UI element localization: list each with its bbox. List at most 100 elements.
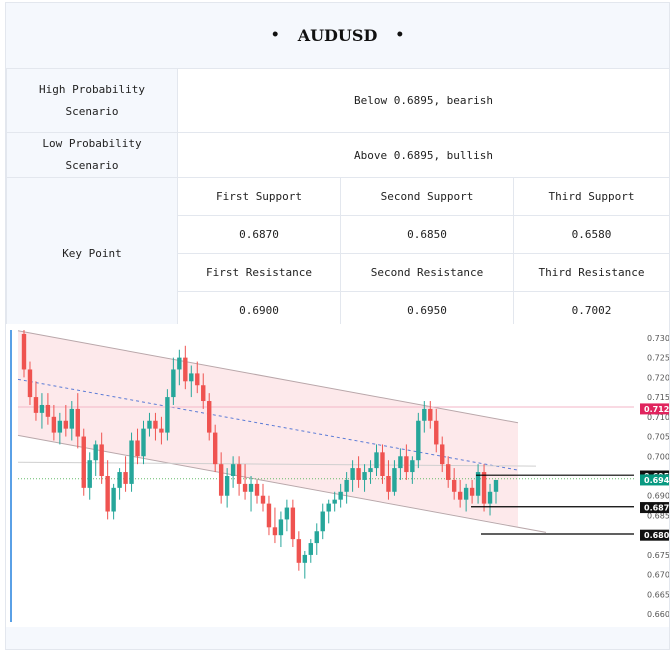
candle-body bbox=[57, 420, 63, 433]
candle-body bbox=[33, 397, 39, 413]
low-scenario-value: Above 0.6895, bullish bbox=[176, 132, 671, 178]
candle-body bbox=[344, 479, 349, 492]
candle-body bbox=[45, 404, 51, 417]
title-bullet-left: • bbox=[270, 27, 280, 43]
candle-body bbox=[147, 420, 152, 429]
candle-body bbox=[212, 432, 218, 465]
scenario-table: High Probability Scenario Below 0.6895, … bbox=[6, 68, 671, 330]
candle-body bbox=[117, 472, 122, 488]
candle-body bbox=[123, 472, 128, 484]
candle-body bbox=[201, 385, 206, 402]
y-tick-label: 0.670 bbox=[647, 571, 669, 580]
candle-body bbox=[272, 527, 278, 536]
candle-body bbox=[410, 460, 415, 473]
third-resistance-label: Third Resistance bbox=[512, 253, 671, 292]
candle-body bbox=[398, 456, 403, 469]
price-tag: 0.680 bbox=[640, 529, 669, 541]
candle-body bbox=[278, 519, 284, 536]
candle-body bbox=[386, 476, 391, 492]
candle-body bbox=[21, 333, 27, 370]
chart-background bbox=[10, 330, 634, 622]
price-chart: 0.7300.7250.7200.7150.7100.7050.7000.695… bbox=[6, 324, 669, 627]
candle-body bbox=[374, 452, 379, 469]
candle-body bbox=[153, 420, 158, 429]
candle-body bbox=[51, 416, 57, 433]
candle-body bbox=[356, 468, 361, 480]
candle-body bbox=[207, 401, 212, 433]
third-support-value: 0.6580 bbox=[512, 215, 671, 254]
candle-body bbox=[404, 456, 409, 473]
report-card: • AUDUSD • High Probability Scenario Bel… bbox=[5, 2, 671, 650]
candle-body bbox=[326, 503, 331, 512]
candle-body bbox=[362, 472, 367, 480]
candle-body bbox=[242, 483, 248, 492]
candle-body bbox=[302, 554, 308, 563]
page-title: • AUDUSD • bbox=[6, 3, 669, 67]
price-tag: 0.687 bbox=[640, 502, 669, 514]
y-tick-label: 0.700 bbox=[647, 452, 669, 461]
high-scenario-value: Below 0.6895, bearish bbox=[176, 68, 671, 133]
price-axis: 0.7300.7250.7200.7150.7100.7050.7000.695… bbox=[640, 334, 669, 619]
second-support-label: Second Support bbox=[340, 177, 514, 216]
price-tag-text: 0.680 bbox=[644, 531, 669, 540]
candle-body bbox=[422, 408, 427, 421]
candle-body bbox=[320, 511, 325, 532]
price-tag: 0.694 bbox=[640, 474, 669, 486]
candle-body bbox=[99, 444, 104, 476]
candle-body bbox=[332, 499, 337, 504]
candlestick-chart: 0.7300.7250.7200.7150.7100.7050.7000.695… bbox=[10, 330, 669, 622]
candle-body bbox=[230, 464, 236, 476]
candle-body bbox=[183, 357, 188, 382]
candle-body bbox=[469, 487, 475, 496]
candle-body bbox=[129, 440, 134, 484]
candle-body bbox=[75, 408, 80, 437]
channel-area bbox=[18, 330, 518, 527]
price-tag-text: 0.687 bbox=[644, 504, 669, 513]
table-row: Low Probability Scenario Above 0.6895, b… bbox=[6, 132, 671, 178]
price-tag-text: 0.694 bbox=[644, 476, 669, 485]
candle-body bbox=[392, 468, 397, 492]
y-tick-label: 0.715 bbox=[647, 393, 669, 402]
first-support-label: First Support bbox=[177, 177, 341, 216]
y-tick-label: 0.730 bbox=[647, 334, 669, 343]
candle-body bbox=[254, 483, 260, 496]
candle-body bbox=[266, 503, 272, 528]
candle-body bbox=[290, 507, 296, 540]
candle-body bbox=[451, 479, 457, 492]
candle-body bbox=[493, 479, 499, 492]
candle-body bbox=[171, 369, 176, 398]
candle-body bbox=[457, 491, 463, 500]
candle-body bbox=[440, 444, 445, 465]
second-resistance-label: Second Resistance bbox=[340, 253, 514, 292]
third-support-label: Third Support bbox=[512, 177, 671, 216]
y-tick-label: 0.660 bbox=[647, 610, 669, 619]
candle-body bbox=[63, 420, 69, 429]
candle-body bbox=[284, 507, 290, 520]
candle-body bbox=[39, 404, 45, 413]
candle-body bbox=[314, 531, 319, 544]
second-support-value: 0.6850 bbox=[340, 215, 514, 254]
candle-body bbox=[428, 408, 433, 421]
candle-body bbox=[87, 460, 92, 488]
low-scenario-label: Low Probability Scenario bbox=[6, 132, 178, 178]
title-text: AUDUSD bbox=[297, 25, 378, 45]
price-tag: 0.712 bbox=[640, 403, 669, 415]
y-tick-label: 0.720 bbox=[647, 373, 669, 382]
candle-body bbox=[159, 428, 164, 433]
high-scenario-label: High Probability Scenario bbox=[6, 68, 178, 133]
key-point-label: Key Point bbox=[6, 177, 178, 330]
first-support-value: 0.6870 bbox=[177, 215, 341, 254]
y-tick-label: 0.665 bbox=[647, 590, 669, 599]
candle-body bbox=[487, 491, 493, 504]
y-tick-label: 0.675 bbox=[647, 551, 669, 560]
candle-body bbox=[81, 436, 86, 488]
candle-body bbox=[177, 357, 182, 370]
candle-body bbox=[463, 487, 469, 500]
candle-body bbox=[195, 373, 200, 386]
candle-body bbox=[141, 428, 146, 457]
candle-body bbox=[380, 452, 385, 476]
candle-body bbox=[105, 476, 110, 512]
table-row: High Probability Scenario Below 0.6895, … bbox=[6, 68, 671, 133]
price-tag-text: 0.712 bbox=[644, 405, 669, 414]
title-bullet-right: • bbox=[395, 27, 405, 43]
